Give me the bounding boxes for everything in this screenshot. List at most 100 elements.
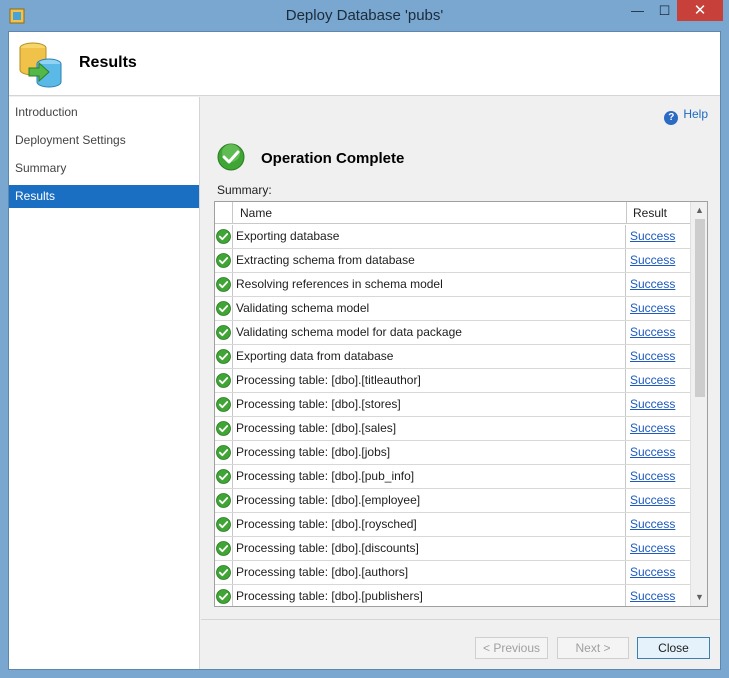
row-name: Exporting database [233, 225, 626, 248]
table-row[interactable]: Extracting schema from database Success [215, 249, 691, 273]
success-check-icon [216, 469, 231, 484]
row-name: Processing table: [dbo].[publishers] [233, 585, 626, 606]
scroll-down-arrow-icon[interactable]: ▼ [691, 589, 707, 606]
status-cell [215, 249, 233, 272]
success-check-icon [216, 325, 231, 340]
success-check-icon [216, 421, 231, 436]
success-check-icon [216, 565, 231, 580]
nav-item-deployment-settings[interactable]: Deployment Settings [9, 129, 199, 152]
status-cell [215, 225, 233, 248]
success-check-icon [216, 253, 231, 268]
vertical-scrollbar[interactable]: ▲ ▼ [690, 202, 707, 606]
status-cell [215, 273, 233, 296]
status-column-header [215, 202, 233, 224]
row-result-link[interactable]: Success [627, 225, 691, 248]
close-window-button[interactable]: ✕ [677, 0, 723, 21]
table-row[interactable]: Validating schema model Success [215, 297, 691, 321]
success-check-icon [216, 301, 231, 316]
success-check-icon [216, 517, 231, 532]
success-check-icon [216, 349, 231, 364]
results-panel: ? Help Operation Complete Summary: Name R… [201, 97, 720, 617]
status-cell [215, 297, 233, 320]
table-row[interactable]: Processing table: [dbo].[jobs] Success [215, 441, 691, 465]
status-cell [215, 585, 233, 606]
success-check-icon [216, 229, 231, 244]
row-result-link[interactable]: Success [627, 345, 691, 368]
footer-divider [201, 619, 720, 620]
row-result-link[interactable]: Success [627, 465, 691, 488]
help-label: Help [683, 107, 708, 121]
table-row[interactable]: Processing table: [dbo].[discounts] Succe… [215, 537, 691, 561]
table-row[interactable]: Validating schema model for data package… [215, 321, 691, 345]
row-name: Processing table: [dbo].[roysched] [233, 513, 626, 536]
row-name: Processing table: [dbo].[jobs] [233, 441, 626, 464]
name-column-header[interactable]: Name [233, 202, 627, 224]
table-row[interactable]: Processing table: [dbo].[stores] Success [215, 393, 691, 417]
dialog-window: Deploy Database 'pubs' — ☐ ✕ Results Int… [0, 0, 729, 678]
next-button[interactable]: Next > [557, 637, 629, 659]
row-name: Extracting schema from database [233, 249, 626, 272]
row-result-link[interactable]: Success [627, 537, 691, 560]
nav-item-summary[interactable]: Summary [9, 157, 199, 180]
nav-item-introduction[interactable]: Introduction [9, 101, 199, 124]
table-row[interactable]: Processing table: [dbo].[publishers] Succ… [215, 585, 691, 606]
row-result-link[interactable]: Success [627, 273, 691, 296]
scroll-thumb[interactable] [695, 219, 705, 397]
maximize-button[interactable]: ☐ [651, 0, 678, 21]
row-result-link[interactable]: Success [627, 297, 691, 320]
nav-item-results[interactable]: Results [9, 185, 199, 208]
status-cell [215, 417, 233, 440]
scroll-up-arrow-icon[interactable]: ▲ [691, 202, 707, 219]
success-check-icon [216, 277, 231, 292]
row-name: Exporting data from database [233, 345, 626, 368]
result-column-header[interactable]: Result [627, 202, 691, 224]
table-row[interactable]: Processing table: [dbo].[titleauthor] Suc… [215, 369, 691, 393]
status-cell [215, 513, 233, 536]
success-check-icon [216, 493, 231, 508]
row-result-link[interactable]: Success [627, 489, 691, 512]
results-grid[interactable]: Name Result Exporting database Success Ext… [214, 201, 708, 607]
wizard-nav: Introduction Deployment Settings Summary… [9, 97, 200, 669]
row-name: Processing table: [dbo].[authors] [233, 561, 626, 584]
status-cell [215, 537, 233, 560]
status-cell [215, 441, 233, 464]
row-result-link[interactable]: Success [627, 441, 691, 464]
title-bar[interactable]: Deploy Database 'pubs' — ☐ ✕ [0, 0, 729, 31]
table-row[interactable]: Resolving references in schema model Succ… [215, 273, 691, 297]
row-result-link[interactable]: Success [627, 561, 691, 584]
page-header: Results [9, 32, 720, 96]
help-link[interactable]: ? Help [664, 106, 708, 125]
table-row[interactable]: Processing table: [dbo].[roysched] Succes… [215, 513, 691, 537]
operation-status-title: Operation Complete [261, 150, 405, 167]
table-row[interactable]: Processing table: [dbo].[employee] Succes… [215, 489, 691, 513]
table-row[interactable]: Processing table: [dbo].[authors] Success [215, 561, 691, 585]
minimize-button[interactable]: — [624, 0, 651, 21]
success-check-icon [216, 373, 231, 388]
status-cell [215, 393, 233, 416]
row-result-link[interactable]: Success [627, 249, 691, 272]
row-result-link[interactable]: Success [627, 321, 691, 344]
success-check-icon [216, 397, 231, 412]
status-cell [215, 561, 233, 584]
close-button[interactable]: Close [637, 637, 710, 659]
row-result-link[interactable]: Success [627, 417, 691, 440]
success-check-icon [216, 541, 231, 556]
row-result-link[interactable]: Success [627, 513, 691, 536]
grid-header: Name Result [215, 202, 691, 224]
help-icon: ? [664, 111, 679, 125]
previous-button[interactable]: < Previous [475, 637, 548, 659]
row-name: Resolving references in schema model [233, 273, 626, 296]
row-result-link[interactable]: Success [627, 369, 691, 392]
table-row[interactable]: Exporting data from database Success [215, 345, 691, 369]
status-cell [215, 465, 233, 488]
table-row[interactable]: Processing table: [dbo].[sales] Success [215, 417, 691, 441]
row-result-link[interactable]: Success [627, 585, 691, 606]
success-check-icon [216, 445, 231, 460]
table-row[interactable]: Processing table: [dbo].[pub_info] Succes… [215, 465, 691, 489]
database-deploy-icon [19, 42, 62, 88]
summary-label: Summary: [217, 183, 272, 197]
row-name: Processing table: [dbo].[pub_info] [233, 465, 626, 488]
row-result-link[interactable]: Success [627, 393, 691, 416]
table-row[interactable]: Exporting database Success [215, 225, 691, 249]
row-name: Processing table: [dbo].[titleauthor] [233, 369, 626, 392]
